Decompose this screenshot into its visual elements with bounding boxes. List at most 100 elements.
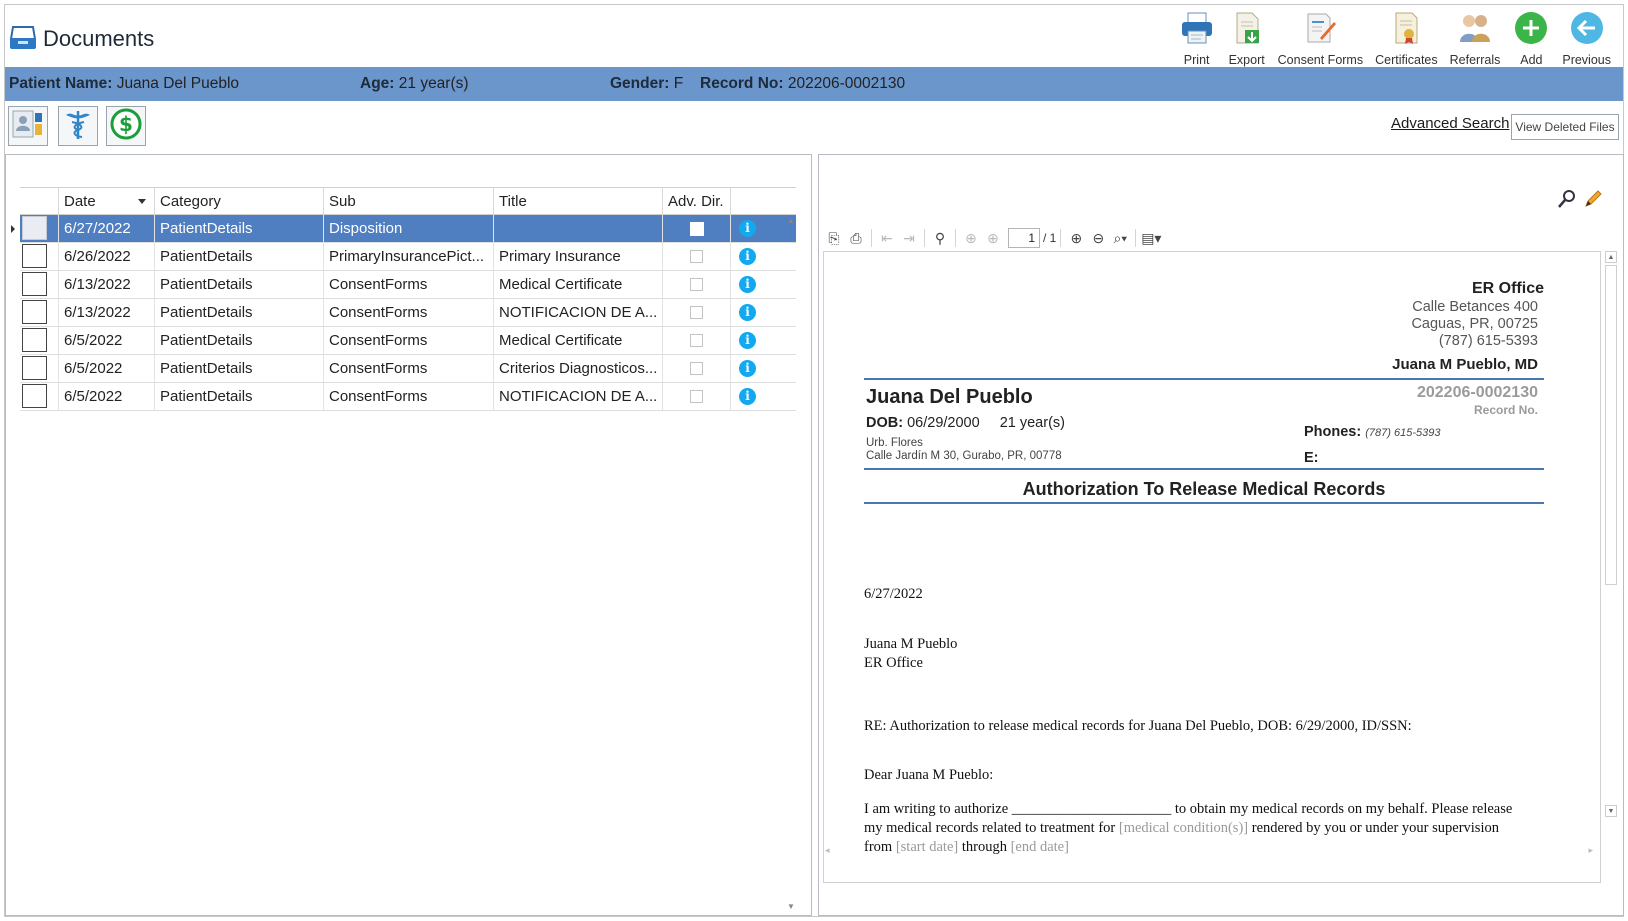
zoom-out-icon[interactable]: ⊖	[1087, 227, 1109, 249]
patient-card-button[interactable]	[8, 106, 48, 146]
row-select-checkbox[interactable]	[22, 328, 47, 352]
doc-scroll-thumb[interactable]	[1605, 265, 1617, 585]
doc-recipient-office: ER Office	[864, 655, 923, 671]
adv-dir-checkbox[interactable]	[690, 362, 703, 375]
grid-vertical-scrollbar[interactable]: ▲ ▼	[784, 213, 798, 913]
cell-category: PatientDetails	[154, 383, 323, 410]
document-vertical-scrollbar[interactable]: ▲ ▼	[1603, 251, 1619, 851]
zoom-in-icon[interactable]: ⊕	[1065, 227, 1087, 249]
column-header-info	[730, 188, 764, 215]
last-page-icon[interactable]: ⇥	[898, 227, 920, 249]
first-page-icon[interactable]: ⇤	[876, 227, 898, 249]
documents-grid-panel: Date Category Sub Title Adv. Dir. 6/27/2…	[5, 154, 812, 916]
column-header-adv-dir[interactable]: Adv. Dir.	[662, 188, 730, 215]
cell-adv-dir	[662, 383, 730, 410]
previous-button[interactable]: Previous	[1556, 8, 1617, 67]
document-horizontal-scrollbar[interactable]: ◂ ▸	[823, 845, 1601, 859]
doc-placeholder-condition: [medical condition(s)]	[1118, 820, 1249, 836]
referrals-icon	[1456, 10, 1494, 46]
doc-divider	[864, 378, 1544, 380]
row-select-checkbox[interactable]	[22, 384, 47, 408]
page-total-label: / 1	[1043, 231, 1057, 245]
info-icon[interactable]: i	[739, 304, 756, 321]
print-doc-icon[interactable]: ⎙	[845, 227, 867, 249]
doc-phones-line: Phones: (787) 615-5393	[1304, 424, 1440, 440]
cell-adv-dir	[662, 243, 730, 270]
cell-title: Primary Insurance	[493, 243, 662, 270]
doc-re-line: RE: Authorization to release medical rec…	[864, 718, 1412, 734]
column-header-title[interactable]: Title	[493, 188, 662, 215]
certificates-button[interactable]: Certificates	[1369, 8, 1444, 67]
advanced-search-link[interactable]: Advanced Search	[1391, 115, 1509, 132]
consent-forms-button[interactable]: Consent Forms	[1272, 8, 1369, 67]
add-button[interactable]: Add	[1506, 8, 1556, 67]
doc-dob-value: 06/29/2000	[907, 415, 980, 431]
doc-date: 6/27/2022	[864, 586, 923, 602]
cell-category: PatientDetails	[154, 215, 323, 242]
patient-card-icon	[11, 107, 45, 145]
adv-dir-checkbox[interactable]	[690, 222, 704, 236]
next-page-icon[interactable]: ⊕	[982, 227, 1004, 249]
table-row[interactable]: 6/13/2022 PatientDetails ConsentForms Medic…	[20, 271, 796, 299]
adv-dir-checkbox[interactable]	[690, 334, 703, 347]
row-select-checkbox[interactable]	[22, 272, 47, 296]
cell-sub: Disposition	[323, 215, 493, 242]
row-select-checkbox[interactable]	[22, 300, 47, 324]
info-icon[interactable]: i	[739, 360, 756, 377]
column-header-date[interactable]: Date	[58, 188, 154, 215]
scroll-down-arrow-icon[interactable]: ▼	[784, 899, 798, 913]
row-select-checkbox[interactable]	[22, 216, 47, 240]
export-icon	[1228, 10, 1266, 46]
add-label: Add	[1520, 53, 1543, 67]
adv-dir-checkbox[interactable]	[690, 306, 703, 319]
billing-button[interactable]: $	[106, 106, 146, 146]
magnifier-icon[interactable]	[1557, 189, 1577, 213]
view-deleted-files-button[interactable]: View Deleted Files	[1511, 114, 1619, 140]
referrals-button[interactable]: Referrals	[1444, 8, 1507, 67]
find-binoculars-icon[interactable]: ⚲	[929, 227, 951, 249]
info-icon[interactable]: i	[739, 276, 756, 293]
info-icon[interactable]: i	[739, 248, 756, 265]
adv-dir-checkbox[interactable]	[690, 390, 703, 403]
cell-sub: ConsentForms	[323, 355, 493, 382]
zoom-menu-icon[interactable]: ⌕▾	[1109, 227, 1131, 249]
adv-dir-checkbox[interactable]	[690, 250, 703, 263]
row-select-checkbox[interactable]	[22, 244, 47, 268]
info-icon[interactable]: i	[739, 388, 756, 405]
cell-date: 6/5/2022	[58, 327, 154, 354]
print-button[interactable]: Print	[1172, 8, 1222, 67]
certificate-icon	[1387, 10, 1425, 46]
adv-dir-checkbox[interactable]	[690, 278, 703, 291]
patient-age-value: 21 year(s)	[398, 75, 469, 92]
info-icon[interactable]: i	[739, 220, 756, 237]
table-row[interactable]: 6/13/2022 PatientDetails ConsentForms NOTIF…	[20, 299, 796, 327]
table-row[interactable]: 6/26/2022 PatientDetails PrimaryInsuranceP…	[20, 243, 796, 271]
column-header-category[interactable]: Category	[154, 188, 323, 215]
doc-scroll-left-icon[interactable]: ◂	[825, 845, 830, 856]
doc-divider	[864, 468, 1544, 470]
doc-scroll-up-icon[interactable]: ▲	[1605, 251, 1617, 263]
info-icon[interactable]: i	[739, 332, 756, 349]
cell-category: PatientDetails	[154, 243, 323, 270]
table-row[interactable]: 6/5/2022 PatientDetails ConsentForms NOTIFI…	[20, 383, 796, 411]
doc-scroll-down-icon[interactable]: ▼	[1605, 805, 1617, 817]
patient-gender-label: Gender:	[610, 75, 670, 92]
scroll-up-arrow-icon[interactable]: ▲	[784, 213, 798, 227]
table-row[interactable]: 6/5/2022 PatientDetails ConsentForms Criter…	[20, 355, 796, 383]
table-row[interactable]: 6/27/2022 PatientDetails Disposition i	[11, 215, 796, 243]
dollar-icon: $	[109, 107, 143, 145]
row-select-checkbox[interactable]	[22, 356, 47, 380]
patient-gender-value: F	[673, 75, 684, 92]
page-number-input[interactable]: 1	[1008, 228, 1040, 248]
page-setup-icon[interactable]: ⎘	[823, 227, 845, 249]
export-button[interactable]: Export	[1222, 8, 1272, 67]
view-mode-menu-icon[interactable]: ▤▾	[1140, 227, 1162, 249]
medical-button[interactable]	[58, 106, 98, 146]
column-header-sub[interactable]: Sub	[323, 188, 493, 215]
doc-scroll-right-icon[interactable]: ▸	[1588, 845, 1593, 856]
previous-page-icon[interactable]: ⊕	[960, 227, 982, 249]
patient-age-field: Age: 21 year(s)	[360, 75, 469, 93]
pencil-icon[interactable]	[1583, 189, 1603, 213]
table-row[interactable]: 6/5/2022 PatientDetails ConsentForms Medica…	[20, 327, 796, 355]
cell-category: PatientDetails	[154, 355, 323, 382]
